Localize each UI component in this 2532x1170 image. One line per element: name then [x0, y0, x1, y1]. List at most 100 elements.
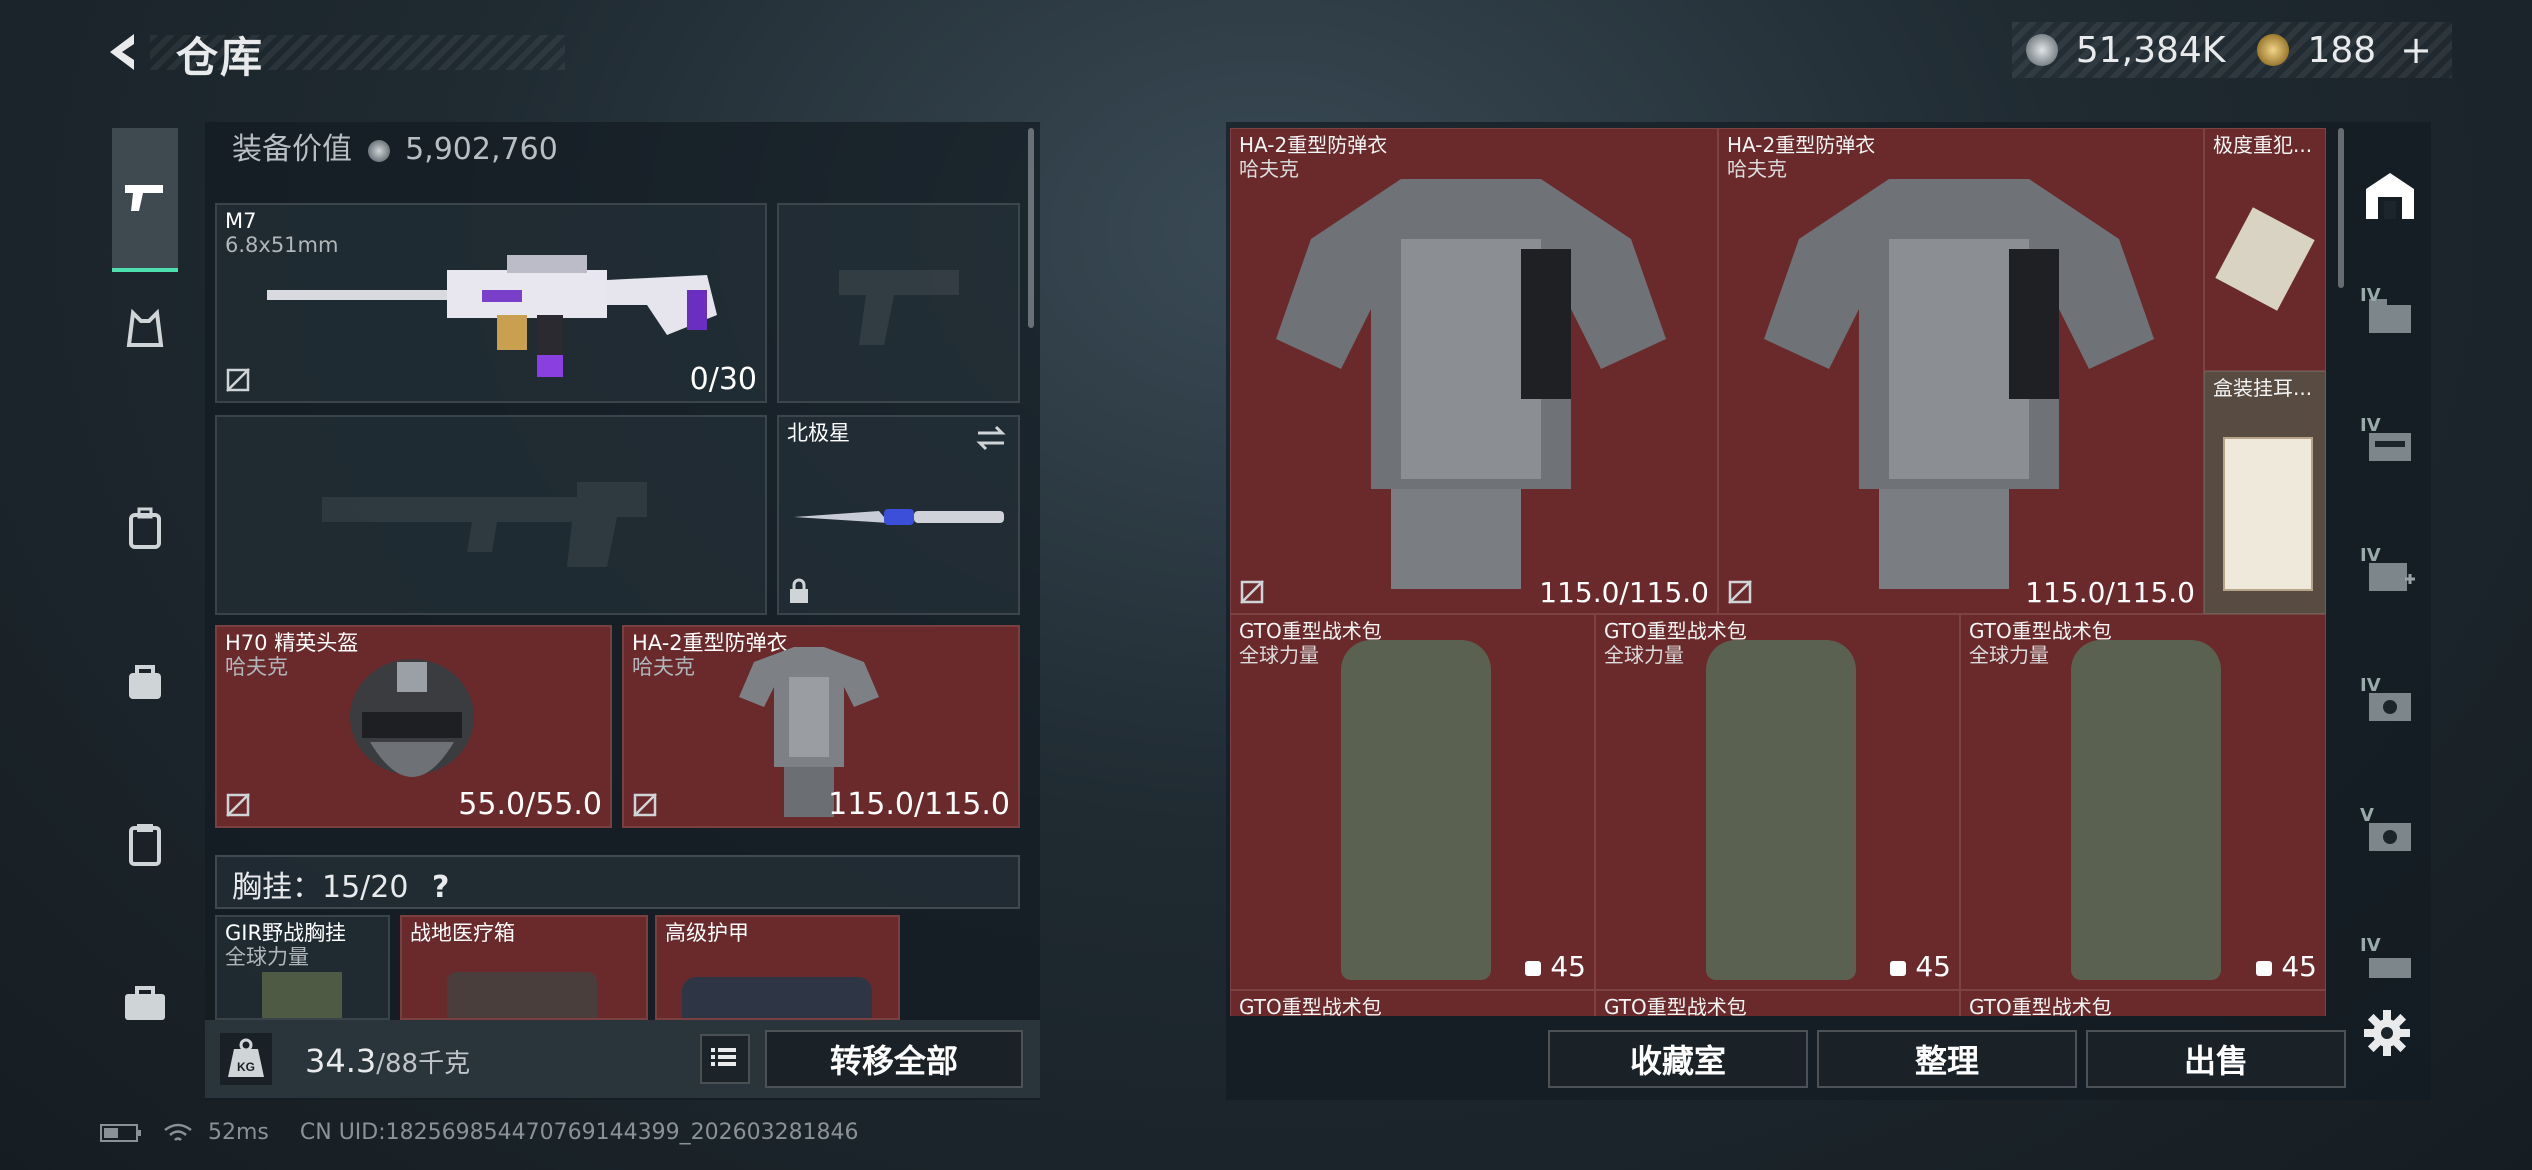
list-view-button[interactable]: [700, 1034, 750, 1084]
melee-slot[interactable]: 北极星: [777, 415, 1020, 615]
rig-item-brand: 全球力量: [225, 945, 309, 969]
warehouse-item[interactable]: HA-2重型防弹衣 哈夫克 115.0/115.0: [1230, 128, 1718, 614]
tab-level: IV: [2360, 285, 2381, 306]
weapon-ammo: 0/30: [689, 362, 757, 397]
item-brand: 全球力量: [1969, 643, 2049, 667]
storage-tab[interactable]: IV: [2360, 415, 2420, 475]
warehouse-item[interactable]: 盒装挂耳...: [2204, 371, 2326, 614]
warehouse-item[interactable]: GTO重型战术包 全球力量 45: [1595, 614, 1960, 990]
category-bag[interactable]: [112, 648, 178, 714]
warehouse-item[interactable]: HA-2重型防弹衣 哈夫克 115.0/115.0: [1718, 128, 2204, 614]
warehouse-item[interactable]: 极度重犯...: [2204, 128, 2326, 371]
sell-button[interactable]: 出售: [2086, 1030, 2346, 1088]
armor-slot[interactable]: HA-2重型防弹衣 哈夫克 115.0/115.0: [622, 625, 1020, 828]
page-title: 仓库: [176, 33, 265, 82]
gold-currency-value: 188: [2307, 29, 2377, 71]
backpack-capacity-icon: [1525, 960, 1542, 976]
helmet-slot[interactable]: H70 精英头盔 哈夫克 55.0/55.0: [215, 625, 612, 828]
tab-level: IV: [2360, 415, 2381, 436]
item-durability: 115.0/115.0: [1539, 576, 1709, 609]
help-icon[interactable]: ?: [432, 870, 449, 905]
toolbox-icon: [125, 986, 165, 1020]
category-weapons[interactable]: [112, 128, 178, 272]
storage-home-icon: [2366, 173, 2414, 219]
storage-tab[interactable]: IV: [2360, 935, 2420, 995]
storage-tab[interactable]: IV: [2360, 675, 2420, 735]
category-chest-rig[interactable]: [112, 296, 178, 362]
gear-icon: [2364, 1010, 2410, 1056]
item-brand: 全球力量: [1604, 643, 1684, 667]
back-button[interactable]: [100, 28, 148, 76]
melee-name: 北极星: [787, 421, 850, 445]
item-name: GTO重型战术包: [1604, 619, 1747, 643]
collection-room-button[interactable]: 收藏室: [1548, 1030, 1808, 1088]
ping-value: 52ms: [208, 1120, 269, 1145]
user-uid: CN UID:1825698544707691443​99_2026032818…: [299, 1120, 859, 1145]
organize-button[interactable]: 整理: [1817, 1030, 2077, 1088]
rig-item-name: 高级护甲: [665, 921, 749, 945]
backpack-icon: [129, 507, 161, 549]
warehouse-grid: HA-2重型防弹衣 哈夫克 115.0/115.0 HA-2重型防弹衣 哈夫克 …: [1230, 128, 2326, 1016]
rig-item-slot[interactable]: 战地医疗箱: [400, 915, 648, 1020]
no-insurance-icon: [1728, 580, 1752, 604]
storage-tab[interactable]: IV: [2360, 545, 2420, 605]
backpack-capacity-icon: [2256, 960, 2273, 976]
equipment-scrollbar[interactable]: [1028, 128, 1034, 328]
back-arrow-icon: [110, 34, 134, 70]
primary-weapon-slot[interactable]: M7 6.8x51mm 0/30: [215, 203, 767, 403]
tab-level: IV: [2360, 935, 2381, 956]
armor-image: [1764, 179, 2154, 589]
svg-text:KG: KG: [237, 1060, 255, 1074]
category-backpack[interactable]: [112, 496, 178, 562]
item-name: GTO重型战术包: [1604, 995, 1747, 1016]
status-bar: 52ms CN UID:1825698544707691443​99_20260…: [100, 1120, 859, 1145]
storage-tab[interactable]: IV: [2360, 285, 2420, 345]
bag-icon: [129, 665, 161, 699]
warehouse-item[interactable]: GTO重型战术包 全球力量 45: [1230, 614, 1595, 990]
rifle-image: [267, 255, 717, 377]
item-brand: 全球力量: [1239, 643, 1319, 667]
currency-bar: 51,384K 188 +: [2012, 22, 2452, 78]
backpack-image: [1706, 640, 1856, 980]
weight-value: 34.3/88千克: [305, 1042, 471, 1080]
warehouse-item[interactable]: GTO重型战术包 全球力量 45: [1960, 614, 2326, 990]
no-insurance-icon: [633, 793, 657, 817]
backpack-image: [1341, 640, 1491, 980]
rifle-placeholder-icon: [322, 482, 647, 567]
rig-item-name: GIR野战胸挂: [225, 921, 347, 945]
rig-item-slot[interactable]: GIR野战胸挂 全球力量: [215, 915, 390, 1020]
item-name: 盒装挂耳...: [2213, 376, 2313, 400]
coffee-box-image: [2223, 437, 2313, 591]
no-insurance-icon: [1240, 580, 1264, 604]
item-capacity: 45: [1887, 950, 1951, 983]
backpack-image: [2071, 640, 2221, 980]
clipboard-icon: [129, 824, 161, 866]
storage-tabs: IV IV IV IV V IV: [2345, 110, 2430, 1100]
swap-icon[interactable]: [974, 425, 1008, 451]
warehouse-item[interactable]: GTO重型战术包: [1230, 990, 1595, 1016]
chest-rig-image: [262, 972, 342, 1018]
warehouse-item[interactable]: GTO重型战术包: [1960, 990, 2326, 1016]
secondary-weapon-slot[interactable]: [215, 415, 767, 615]
rig-item-slot[interactable]: 高级护甲: [655, 915, 900, 1020]
document-image: [2215, 207, 2315, 311]
tab-level: V: [2360, 805, 2374, 826]
category-clipboard[interactable]: [112, 811, 178, 877]
category-toolbox[interactable]: [112, 970, 178, 1036]
warehouse-scrollbar[interactable]: [2338, 128, 2344, 288]
rig-item-name: 战地医疗箱: [410, 921, 515, 945]
storage-tab[interactable]: V: [2360, 805, 2420, 865]
storage-home-tab[interactable]: [2360, 165, 2420, 225]
settings-button[interactable]: [2362, 1008, 2412, 1058]
pistol-slot[interactable]: [777, 203, 1020, 403]
transfer-all-button[interactable]: 转移全部: [765, 1030, 1023, 1088]
armor-kit-image: [682, 977, 872, 1018]
warehouse-item[interactable]: GTO重型战术包: [1595, 990, 1960, 1016]
tab-level: IV: [2360, 545, 2381, 566]
helmet-brand: 哈夫克: [225, 655, 288, 679]
add-currency-button[interactable]: +: [2400, 28, 2432, 72]
item-capacity: 45: [1522, 950, 1586, 983]
helmet-durability: 55.0/55.0: [458, 787, 602, 822]
helmet-name: H70 精英头盔: [225, 631, 359, 655]
armor-image: [1276, 179, 1666, 589]
